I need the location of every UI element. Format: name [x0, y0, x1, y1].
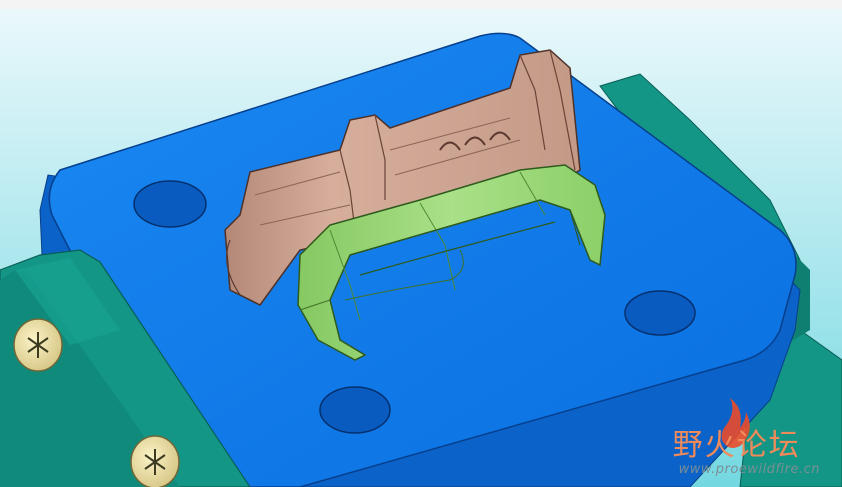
screw-head-icon — [130, 435, 180, 487]
watermark-url: www.proewildfire.cn — [678, 462, 820, 477]
plate-hole — [624, 290, 696, 336]
screw-head-icon — [13, 318, 63, 372]
cad-3d-viewport[interactable] — [0, 0, 842, 487]
plate-hole — [133, 180, 207, 228]
watermark-title: 野火论坛 — [672, 428, 801, 463]
forum-watermark: 野火论坛 www.proewildfire.cn — [672, 428, 820, 478]
plate-hole — [319, 386, 391, 434]
